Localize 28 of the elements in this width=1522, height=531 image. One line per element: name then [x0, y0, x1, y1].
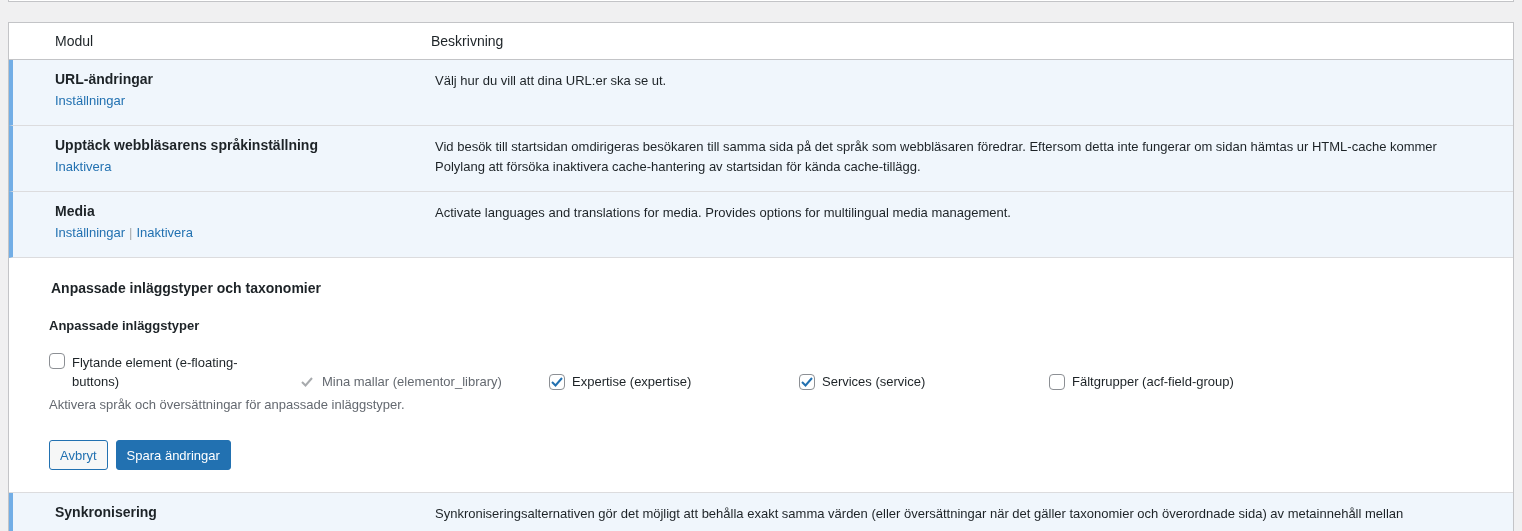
module-description: Activate languages and translations for media. Provides options for multilingual media management. — [435, 204, 1012, 222]
column-header: Modul — [54, 33, 95, 49]
module-description: Välj hur du vill att dina URL:er ska se ut. — [435, 72, 668, 90]
checkbox[interactable] — [1049, 373, 1065, 390]
module-name: Media — [55, 203, 96, 219]
checkbox[interactable] — [49, 353, 65, 369]
checkbox[interactable] — [549, 373, 565, 390]
checkbox-option[interactable]: Fältgrupper (acf-field-group) — [1049, 372, 1299, 391]
module-description: Synkroniseringsalternativen gör det möjligt att behålla exakt samma värden (eller översättningar när det gäller taxonomier och överordnade sida) av metainnehåll mellan — [435, 505, 1405, 523]
section-subtitle: Anpassade inläggstyper — [49, 318, 201, 333]
module-name: URL-ändringar — [55, 71, 154, 87]
action-link[interactable]: Inställningar — [55, 93, 126, 108]
section-title: Anpassade inläggstyper och taxonomier — [51, 280, 322, 296]
separator: | — [129, 225, 133, 240]
module-description: Vid besök till startsidan omdirigeras besökaren till samma sida på det språk som webbläsaren föredrar. Eftersom detta inte fungerar om sidan hämtas ur HTML-cache kommer Polylang att försöka inaktivera cache-hantering av startsidan för kända cache-tillägg. — [435, 138, 1438, 176]
module-name: Synkronisering — [55, 504, 158, 520]
column-header: Beskrivning — [431, 33, 505, 49]
hint-text: Aktivera språk och översättningar för anpassade inläggstyper. — [49, 397, 406, 412]
cancel-button[interactable]: Avbryt — [49, 440, 108, 470]
save-button[interactable]: Spara ändringar — [115, 440, 231, 470]
checkbox[interactable] — [799, 373, 815, 390]
checkbox-option[interactable]: Expertise (expertise) — [549, 372, 799, 391]
action-link[interactable]: Inaktivera — [136, 225, 193, 240]
checkbox-option[interactable]: Flytande element (e-floating-buttons) — [49, 353, 299, 391]
action-link[interactable]: Inaktivera — [55, 159, 112, 174]
module-name: Upptäck webbläsarens språkinställning — [55, 137, 319, 153]
action-link[interactable]: Inställningar — [55, 225, 126, 240]
checkbox-option[interactable]: Services (service) — [799, 372, 1049, 391]
